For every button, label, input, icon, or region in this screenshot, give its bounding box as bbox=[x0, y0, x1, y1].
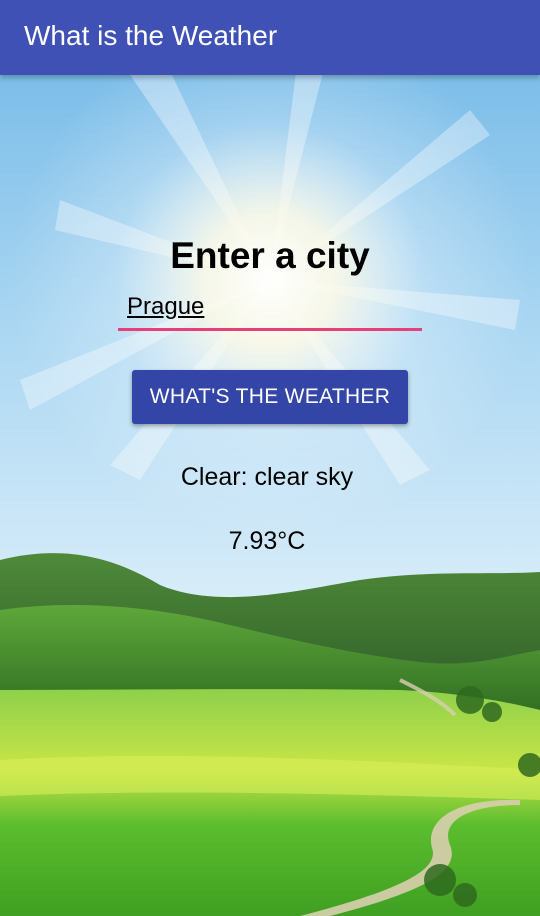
weather-temperature: 7.93°C bbox=[228, 527, 306, 555]
app-title: What is the Weather bbox=[24, 20, 278, 51]
enter-city-heading: Enter a city bbox=[170, 235, 370, 276]
whats-the-weather-button[interactable]: WHAT'S THE WEATHER bbox=[132, 370, 408, 424]
city-input[interactable] bbox=[127, 290, 417, 324]
weather-form: Enter a city WHAT'S THE WEATHER Clear: c… bbox=[0, 0, 540, 916]
weather-description: Clear: clear sky bbox=[180, 463, 354, 491]
weather-app-screen: What is the Weather Enter a city WHAT'S … bbox=[0, 0, 540, 916]
city-field[interactable] bbox=[118, 288, 422, 331]
app-bar: What is the Weather bbox=[0, 0, 540, 75]
